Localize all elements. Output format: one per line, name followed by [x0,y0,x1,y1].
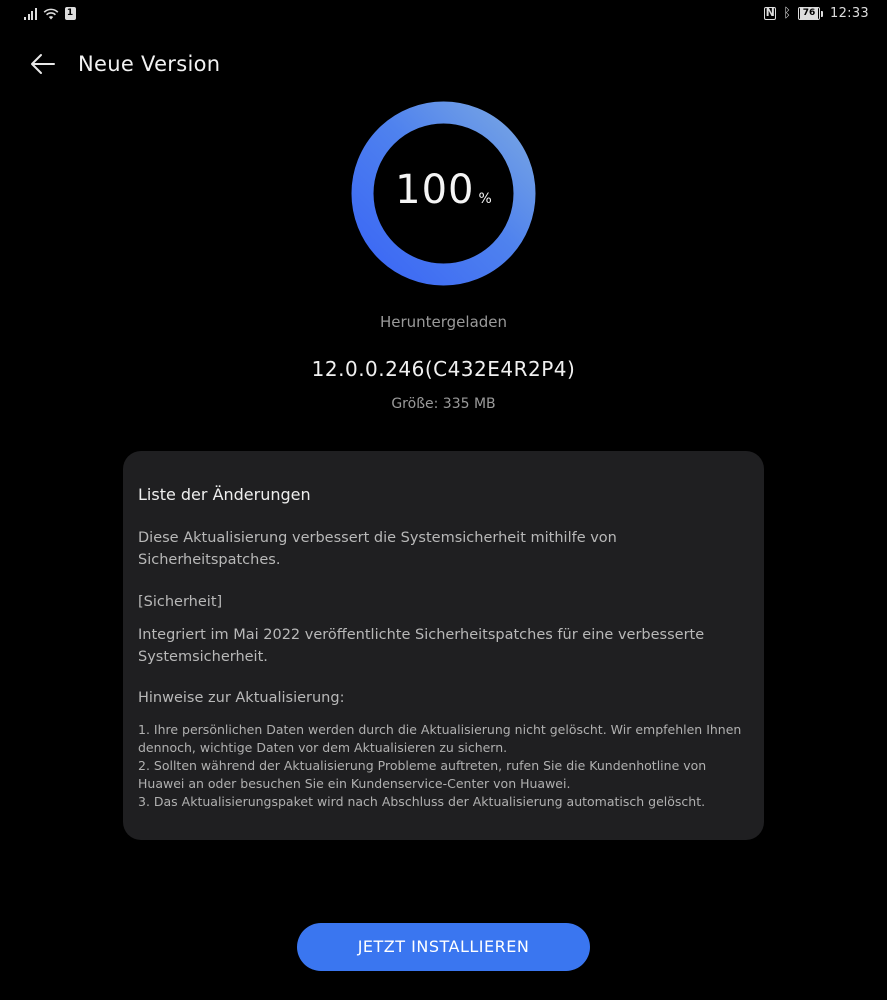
download-status: Heruntergeladen [379,313,508,331]
signal-icon [24,7,37,20]
nfc-icon: N [764,6,777,20]
update-screen: 1 N ᛒ 76 12:33 Neue Version 100 % Herunt… [0,0,887,1000]
sim-icon: 1 [64,7,76,20]
note-item: 3. Das Aktualisierungspaket wird nach Ab… [138,794,706,809]
notes-list: 1. Ihre persönlichen Daten werden durch … [138,721,750,811]
changelog-title: Liste der Änderungen [138,485,311,504]
wifi-icon [43,8,58,19]
bluetooth-icon: ᛒ [783,5,792,21]
status-bar-left: 1 [24,7,76,20]
notes-title: Hinweise zur Aktualisierung: [138,690,345,706]
progress-unit: % [478,191,492,207]
app-header: Neue Version [0,44,887,84]
note-item: 1. Ihre persönlichen Daten werden durch … [138,722,742,755]
back-arrow-icon[interactable] [28,50,58,78]
battery-icon: 76 [798,7,824,20]
package-size: Größe: 335 MB [391,396,496,412]
battery-level: 76 [800,8,819,19]
note-item: 2. Sollten während der Aktualisierung Pr… [138,758,707,791]
changelog-intro: Diese Aktualisierung verbessert die Syst… [138,530,617,568]
install-now-button[interactable]: JETZT INSTALLIEREN [297,923,590,971]
changelog-section-heading: [Sicherheit] [138,594,223,610]
changelog-card[interactable]: Liste der Änderungen Diese Aktualisierun… [123,451,764,840]
changelog-section-text: Integriert im Mai 2022 veröffentlichte S… [138,627,705,665]
progress-label: 100% [351,167,536,213]
status-bar-right: N ᛒ 76 12:33 [764,6,869,21]
status-bar: 1 N ᛒ 76 12:33 [0,0,887,30]
progress-value: 100 [395,167,475,213]
clock: 12:33 [830,6,869,21]
version-number: 12.0.0.246(C432E4R2P4) [311,357,576,381]
page-title: Neue Version [78,52,221,76]
